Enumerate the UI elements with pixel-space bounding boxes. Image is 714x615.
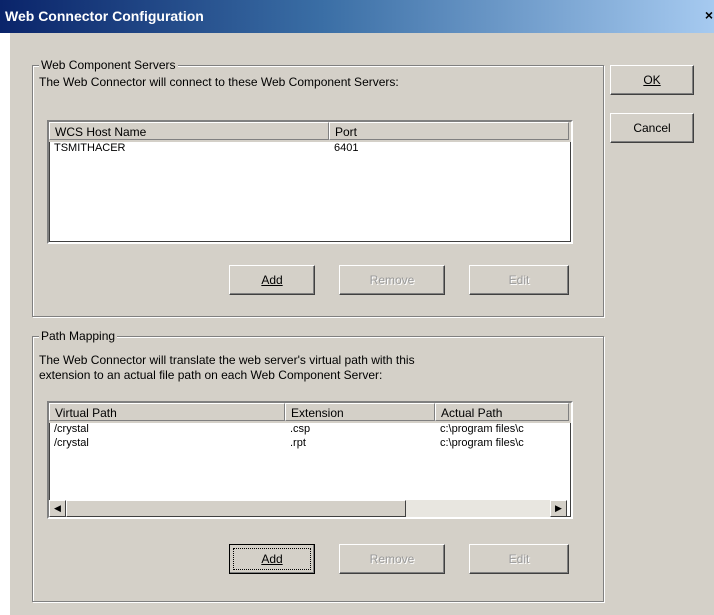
- host-name-cell: TSMITHACER: [54, 142, 126, 154]
- servers-add-button[interactable]: Add: [229, 265, 315, 295]
- path-mapping-description-line2: extension to an actual file path on each…: [39, 368, 383, 382]
- path-mapping-list-header: Virtual Path Extension Actual Path: [49, 403, 571, 423]
- port-cell: 6401: [334, 142, 359, 154]
- dialog-body: Web Component Servers The Web Connector …: [10, 33, 714, 615]
- virtual-path-cell: /crystal: [54, 437, 89, 449]
- edit-label: Edit: [508, 273, 530, 287]
- column-header-port[interactable]: Port: [329, 122, 569, 140]
- close-icon[interactable]: ×: [702, 6, 714, 24]
- servers-remove-button[interactable]: Remove: [339, 265, 445, 295]
- column-header-host-name[interactable]: WCS Host Name: [49, 122, 329, 140]
- ok-label: OK: [643, 73, 661, 87]
- actual-path-cell: c:\program files\c: [440, 437, 524, 449]
- path-mapping-remove-button[interactable]: Remove: [339, 544, 445, 574]
- cancel-label: Cancel: [633, 121, 671, 135]
- edit-label: Edit: [508, 552, 530, 566]
- list-item[interactable]: TSMITHACER 6401: [49, 141, 569, 155]
- column-header-virtual-path[interactable]: Virtual Path: [49, 403, 285, 421]
- list-item[interactable]: /crystal .csp c:\program files\c: [49, 422, 569, 436]
- window-title: Web Connector Configuration: [5, 8, 204, 24]
- servers-list[interactable]: WCS Host Name Port TSMITHACER 6401: [47, 120, 573, 244]
- extension-cell: .csp: [290, 423, 311, 435]
- remove-label: Remove: [369, 552, 415, 566]
- title-bar: Web Connector Configuration ×: [0, 0, 714, 33]
- path-mapping-description-line1: The Web Connector will translate the web…: [39, 353, 415, 367]
- column-header-extension[interactable]: Extension: [285, 403, 435, 421]
- group-legend: Web Component Servers: [39, 58, 178, 72]
- ok-button[interactable]: OK: [610, 65, 694, 95]
- scrollbar-thumb[interactable]: [66, 500, 406, 517]
- group-legend: Path Mapping: [39, 329, 118, 343]
- path-mapping-add-button[interactable]: Add: [229, 544, 315, 574]
- path-mapping-edit-button[interactable]: Edit: [469, 544, 569, 574]
- actual-path-cell: c:\program files\c: [440, 423, 524, 435]
- column-header-actual-path[interactable]: Actual Path: [435, 403, 569, 421]
- servers-description: The Web Connector will connect to these …: [39, 75, 399, 89]
- virtual-path-cell: /crystal: [54, 423, 89, 435]
- path-mapping-list[interactable]: Virtual Path Extension Actual Path /crys…: [47, 401, 573, 519]
- extension-cell: .rpt: [290, 437, 306, 449]
- servers-edit-button[interactable]: Edit: [469, 265, 569, 295]
- add-label: Add: [261, 273, 283, 287]
- horizontal-scrollbar[interactable]: ◀ ▶: [49, 500, 567, 517]
- scroll-right-icon[interactable]: ▶: [550, 500, 567, 517]
- remove-label: Remove: [369, 273, 415, 287]
- path-mapping-group: Path Mapping The Web Connector will tran…: [32, 329, 604, 602]
- web-component-servers-group: Web Component Servers The Web Connector …: [32, 58, 604, 317]
- add-label: Add: [261, 552, 283, 566]
- list-item[interactable]: /crystal .rpt c:\program files\c: [49, 436, 569, 450]
- servers-list-header: WCS Host Name Port: [49, 122, 571, 142]
- cancel-button[interactable]: Cancel: [610, 113, 694, 143]
- scroll-left-icon[interactable]: ◀: [49, 500, 66, 517]
